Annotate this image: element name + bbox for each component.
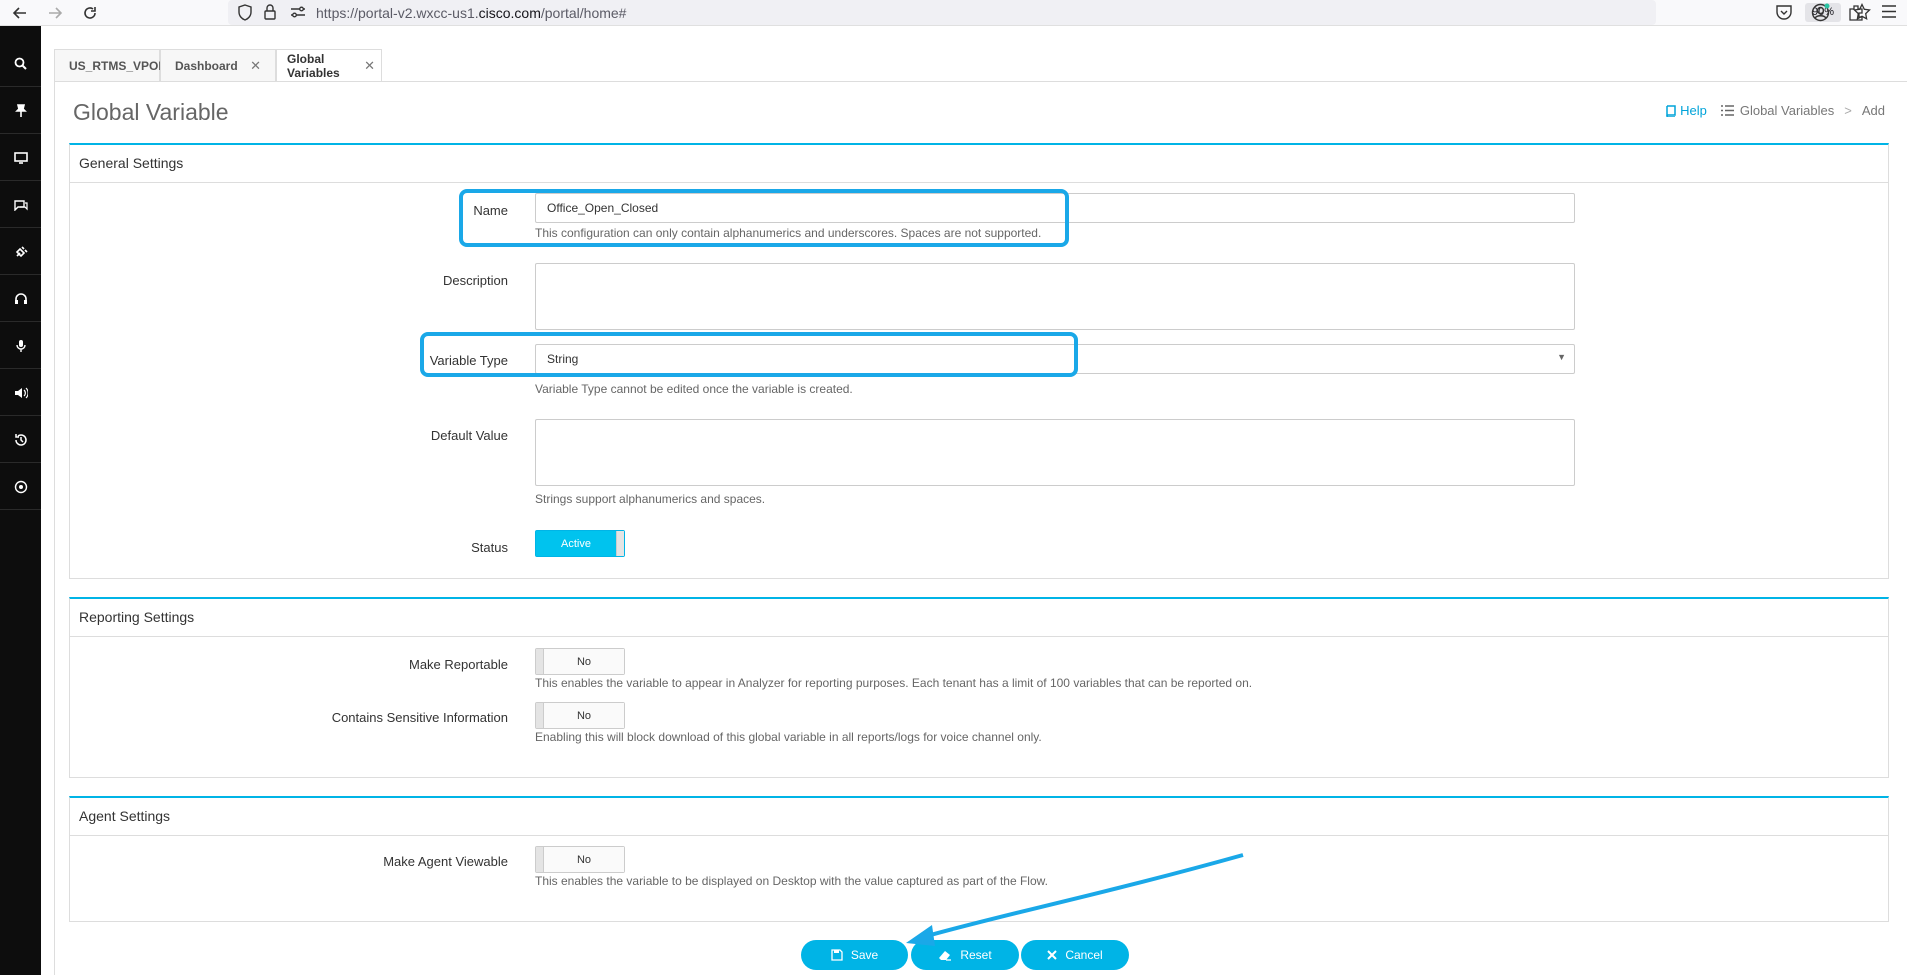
annotation-arrow xyxy=(906,853,1244,946)
